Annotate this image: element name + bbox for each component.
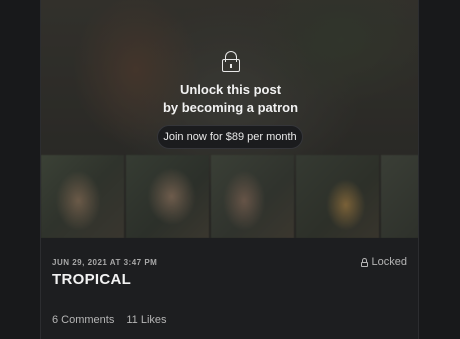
thumbnail-strip xyxy=(41,155,418,238)
blurred-thumbnail[interactable] xyxy=(211,155,294,238)
small-lock-icon xyxy=(360,257,368,267)
comments-link[interactable]: 6 Comments xyxy=(52,314,114,326)
likes-link[interactable]: 11 Likes xyxy=(126,314,166,326)
locked-label: Locked xyxy=(371,256,407,268)
post-card: Unlock this post by becoming a patron Jo… xyxy=(40,0,419,339)
unlock-heading: Unlock this post xyxy=(179,82,282,97)
post-title[interactable]: TROPICAL xyxy=(52,271,131,288)
post-date: JUN 29, 2021 AT 3:47 PM xyxy=(52,258,158,267)
lock-icon xyxy=(222,51,240,73)
post-stats: 6 Comments 11 Likes xyxy=(52,314,167,326)
blurred-thumbnail[interactable] xyxy=(381,155,418,238)
blurred-thumbnail[interactable] xyxy=(41,155,124,238)
blurred-thumbnail[interactable] xyxy=(126,155,209,238)
locked-badge: Locked xyxy=(360,256,407,268)
join-button[interactable]: Join now for $89 per month xyxy=(157,125,303,149)
unlock-subheading: by becoming a patron xyxy=(162,100,299,115)
blurred-preview-image: Unlock this post by becoming a patron Jo… xyxy=(41,0,418,238)
blurred-thumbnail[interactable] xyxy=(296,155,379,238)
